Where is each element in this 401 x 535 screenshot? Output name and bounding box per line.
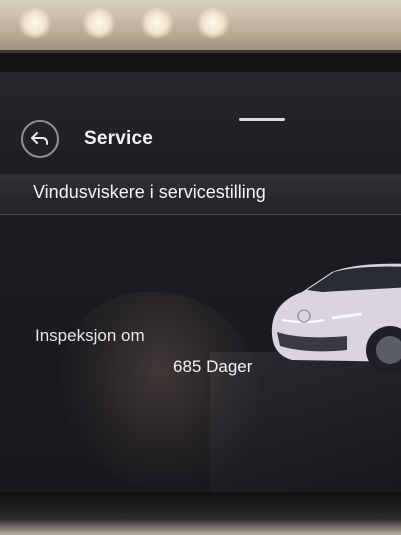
ceiling-light (196, 8, 230, 38)
photo-frame: Service Vindusviskere i servicestilling … (0, 0, 401, 535)
wiper-service-position-label: Vindusviskere i servicestilling (33, 182, 266, 202)
ceiling-light (140, 8, 174, 38)
ceiling-light (82, 8, 116, 38)
infotainment-screen: Service Vindusviskere i servicestilling … (0, 72, 401, 492)
back-button[interactable] (21, 120, 59, 158)
ceiling-light (18, 8, 52, 38)
page-title: Service (84, 128, 154, 149)
inspection-days-value: 685 Dager (173, 357, 253, 376)
back-arrow-icon (31, 132, 48, 145)
car-illustration (271, 263, 401, 374)
wiper-service-position-item[interactable]: Vindusviskere i servicestilling (0, 174, 401, 215)
bezel-bottom-edge (0, 490, 401, 535)
inspection-label: Inspeksjon om (35, 326, 145, 345)
hand-reflection (60, 292, 260, 492)
